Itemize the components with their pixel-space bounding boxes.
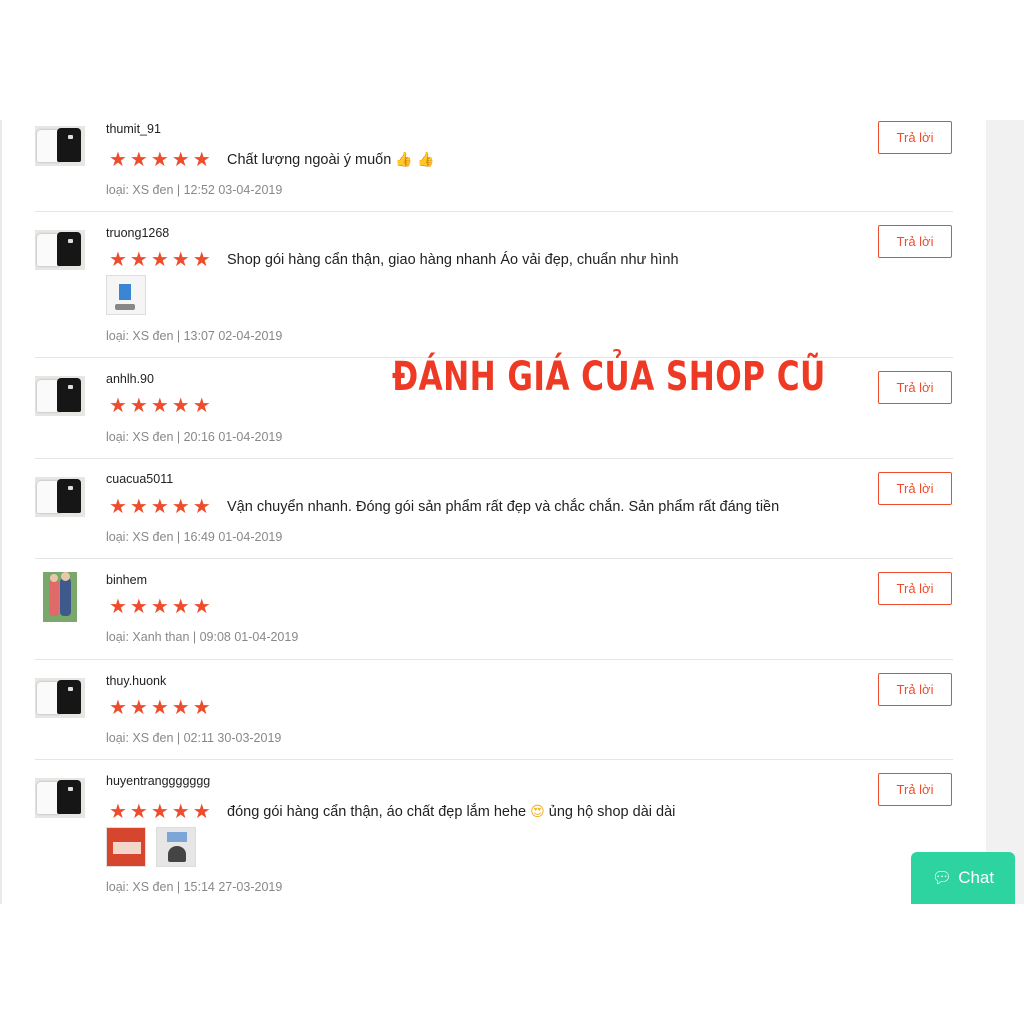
reply-button[interactable]: Trả lời (878, 371, 952, 404)
star-rating: ★★★★★ (109, 697, 214, 719)
reply-button[interactable]: Trả lời (878, 572, 952, 605)
review-username[interactable]: truong1268 (106, 226, 169, 240)
avatar[interactable] (35, 126, 85, 166)
reply-button[interactable]: Trả lời (878, 773, 952, 806)
review-meta: loại: XS đen | 12:52 03-04-2019 (106, 183, 283, 197)
review-comment-text: Chất lượng ngoài ý muốn (227, 152, 392, 168)
review-photo[interactable] (106, 275, 146, 315)
avatar[interactable] (35, 230, 85, 270)
star-rating: ★★★★★ (109, 496, 214, 518)
review-item: truong1268 ★★★★★ Shop gói hàng cẩn thận,… (35, 212, 953, 358)
review-username[interactable]: huyentranggggggg (106, 774, 210, 788)
chat-label: Chat (958, 868, 995, 887)
review-meta: loại: XS đen | 15:14 27-03-2019 (106, 880, 283, 894)
review-item: huyentranggggggg ★★★★★ đóng gói hàng cẩn… (35, 760, 953, 904)
heart-eyes-emoji-icon: 😍 (530, 804, 545, 820)
reply-button[interactable]: Trả lời (878, 121, 952, 154)
review-username[interactable]: thuy.huonk (106, 674, 166, 688)
review-item: cuacua5011 ★★★★★ Vận chuyển nhanh. Đóng … (35, 459, 953, 559)
review-comment: Chất lượng ngoài ý muốn 👍 👍 (227, 150, 435, 170)
avatar[interactable] (35, 678, 85, 718)
review-username[interactable]: cuacua5011 (106, 472, 173, 486)
chat-bubble-icon: 💬︎ (931, 870, 953, 887)
review-meta: loại: XS đen | 16:49 01-04-2019 (106, 530, 283, 544)
review-comment: Vận chuyển nhanh. Đóng gói sản phẩm rất … (227, 499, 780, 515)
reply-button[interactable]: Trả lời (878, 225, 952, 258)
review-photo[interactable] (156, 827, 196, 867)
avatar[interactable] (35, 778, 85, 818)
review-meta: loại: XS đen | 20:16 01-04-2019 (106, 430, 283, 444)
review-username[interactable]: binhem (106, 573, 147, 587)
review-meta: loại: Xanh than | 09:08 01-04-2019 (106, 630, 299, 644)
avatar[interactable] (43, 572, 77, 622)
reply-button[interactable]: Trả lời (878, 472, 952, 505)
star-rating: ★★★★★ (109, 395, 214, 417)
review-item: binhem ★★★★★ loại: Xanh than | 09:08 01-… (35, 559, 953, 660)
watermark-overlay: ĐÁNH GIÁ CỦA SHOP CŨ (392, 354, 826, 400)
avatar[interactable] (35, 477, 85, 517)
review-item: thuy.huonk ★★★★★ loại: XS đen | 02:11 30… (35, 660, 953, 760)
chat-button[interactable]: 💬︎ Chat (911, 852, 1015, 904)
review-comment: Shop gói hàng cẩn thận, giao hàng nhanh … (227, 252, 679, 268)
review-comment-tail: ủng hộ shop dài dài (548, 804, 676, 820)
star-rating: ★★★★★ (109, 801, 214, 823)
review-item: thumit_91 ★★★★★ Chất lượng ngoài ý muốn … (35, 120, 953, 212)
star-rating: ★★★★★ (109, 596, 214, 618)
avatar[interactable] (35, 376, 85, 416)
review-photo[interactable] (106, 827, 146, 867)
star-rating: ★★★★★ (109, 149, 214, 171)
scrollbar[interactable] (986, 120, 1024, 904)
star-rating: ★★★★★ (109, 249, 214, 271)
review-comment: đóng gói hàng cẩn thận, áo chất đẹp lắm … (227, 802, 675, 822)
review-username[interactable]: thumit_91 (106, 122, 161, 136)
review-meta: loại: XS đen | 13:07 02-04-2019 (106, 329, 283, 343)
review-username[interactable]: anhlh.90 (106, 372, 154, 386)
reply-button[interactable]: Trả lời (878, 673, 952, 706)
review-meta: loại: XS đen | 02:11 30-03-2019 (106, 731, 282, 745)
review-comment-text: đóng gói hàng cẩn thận, áo chất đẹp lắm … (227, 804, 527, 820)
thumbs-up-icon: 👍 👍 (395, 152, 435, 168)
